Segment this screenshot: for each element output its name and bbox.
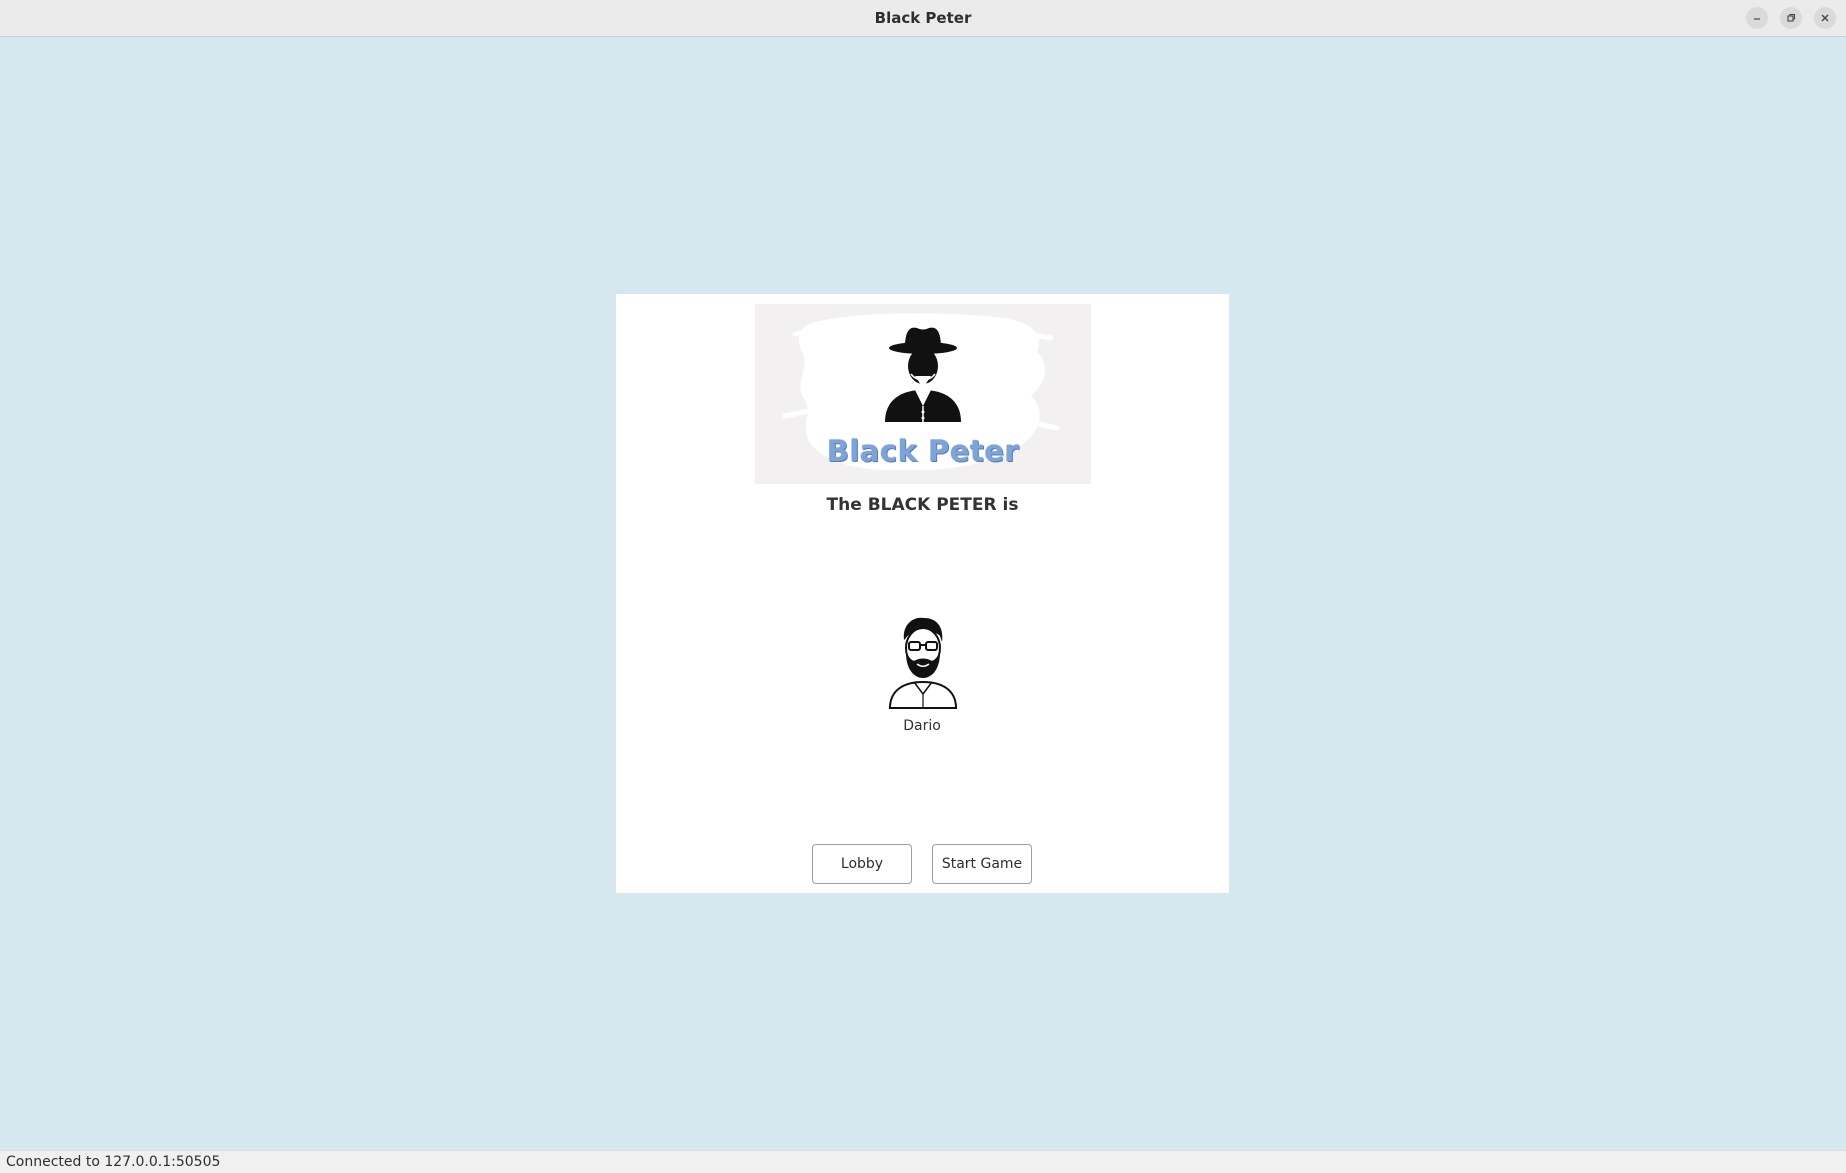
bearded-man-avatar-icon xyxy=(888,617,958,709)
minimize-icon[interactable] xyxy=(1746,7,1768,29)
restore-icon[interactable] xyxy=(1780,7,1802,29)
connection-status: Connected to 127.0.0.1:50505 xyxy=(6,1154,221,1170)
logo-text: Black Peter xyxy=(826,434,1020,468)
window-controls xyxy=(1746,7,1836,29)
start-game-button[interactable]: Start Game xyxy=(932,844,1032,884)
lobby-button[interactable]: Lobby xyxy=(812,844,912,884)
black-peter-headline: The BLACK PETER is xyxy=(826,495,1019,515)
player-card: Dario xyxy=(872,614,972,734)
player-name: Dario xyxy=(903,718,941,734)
main-panel: Black Peter The BLACK PETER is Dario Lob… xyxy=(616,294,1229,893)
window-titlebar: Black Peter xyxy=(0,0,1846,37)
window-title: Black Peter xyxy=(874,9,972,27)
close-icon[interactable] xyxy=(1814,7,1836,29)
game-logo: Black Peter xyxy=(755,304,1091,484)
status-bar: Connected to 127.0.0.1:50505 xyxy=(0,1150,1846,1173)
